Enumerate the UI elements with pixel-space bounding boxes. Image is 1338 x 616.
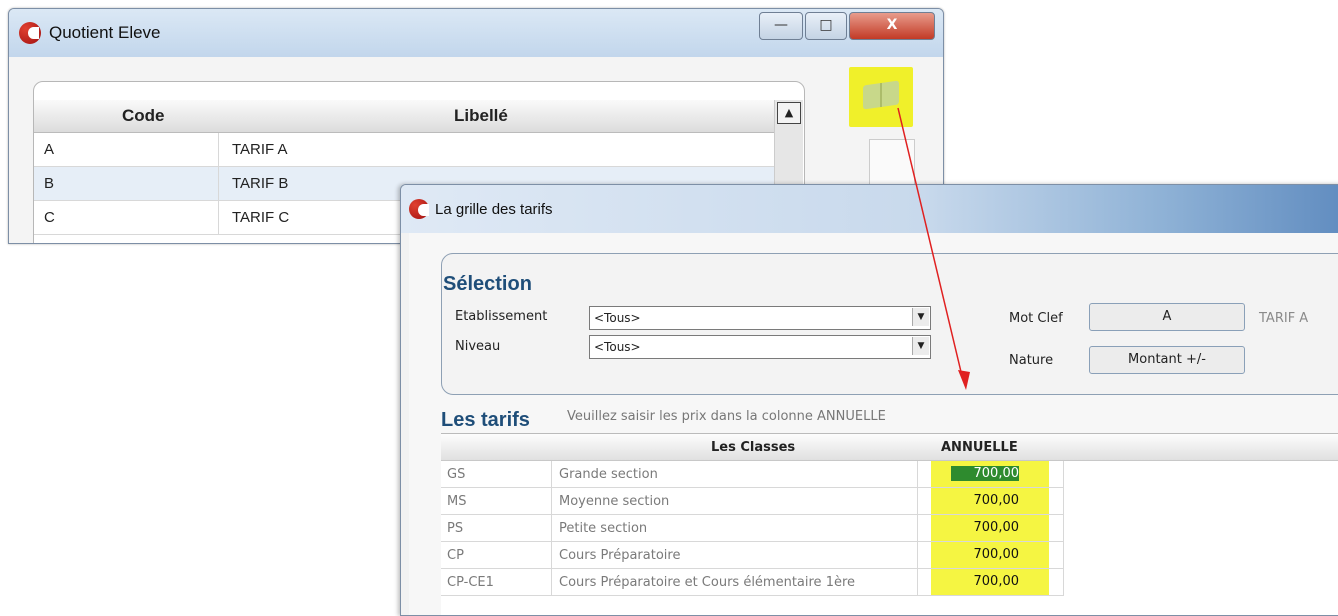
scroll-up-icon[interactable]: ▲ <box>777 102 801 124</box>
chevron-down-icon[interactable]: ▼ <box>912 337 929 355</box>
table-row[interactable]: A TARIF A <box>34 133 774 167</box>
annuelle-input[interactable]: 700,00 <box>951 574 1020 589</box>
table-row[interactable]: GS Grande section 700,00 <box>441 461 1338 488</box>
annuelle-input[interactable]: 700,00 <box>951 520 1020 535</box>
window-titlebar[interactable]: La grille des tarifs <box>401 185 1338 233</box>
cell-libelle: TARIF A <box>232 141 288 158</box>
minimize-button[interactable]: — <box>759 12 803 40</box>
etablissement-label: Etablissement <box>455 309 548 324</box>
tarifs-grid: Les Classes ANNUELLE GS Grande section 7… <box>441 433 1338 615</box>
tarifs-title: Les tarifs <box>441 409 530 431</box>
cell-code: CP <box>447 548 464 563</box>
cell-code: MS <box>447 494 467 509</box>
cell-libelle: Petite section <box>559 521 648 536</box>
cell-code: A <box>44 141 55 158</box>
table-row[interactable]: PS Petite section 700,00 <box>441 515 1338 542</box>
etablissement-select[interactable]: <Tous> ▼ <box>589 306 931 330</box>
column-header-libelle[interactable]: Libellé <box>454 106 508 126</box>
mot-clef-label: Mot Clef <box>1009 311 1063 326</box>
column-header-code[interactable]: Code <box>122 106 165 126</box>
annuelle-input[interactable]: 700,00 <box>951 466 1019 481</box>
app-logo-icon <box>19 22 41 44</box>
annuelle-input[interactable]: 700,00 <box>951 493 1020 508</box>
grille-des-tarifs-window: La grille des tarifs Sélection Etablisse… <box>400 184 1338 616</box>
window-title: La grille des tarifs <box>435 201 553 218</box>
cell-libelle: Grande section <box>559 467 658 482</box>
cell-code: CP-CE1 <box>447 575 494 590</box>
mot-clef-description: TARIF A <box>1259 311 1309 326</box>
column-header-annuelle[interactable]: ANNUELLE <box>941 440 1018 455</box>
chevron-down-icon[interactable]: ▼ <box>912 308 929 326</box>
app-logo-icon <box>409 199 429 219</box>
cell-code: PS <box>447 521 464 536</box>
column-header-classes[interactable]: Les Classes <box>711 440 795 455</box>
cell-libelle: Moyenne section <box>559 494 670 509</box>
open-book-icon <box>863 80 899 110</box>
niveau-value: <Tous> <box>594 340 641 354</box>
niveau-label: Niveau <box>455 339 501 354</box>
cell-libelle: TARIF C <box>232 209 290 226</box>
window-title: Quotient Eleve <box>49 23 161 42</box>
window-titlebar[interactable]: Quotient Eleve — □ X <box>9 9 943 57</box>
nature-label: Nature <box>1009 353 1054 368</box>
grid-header: Code Libellé <box>34 100 774 133</box>
niveau-select[interactable]: <Tous> ▼ <box>589 335 931 359</box>
maximize-button[interactable]: □ <box>805 12 847 40</box>
cell-code: B <box>44 175 55 192</box>
selection-title: Sélection <box>443 273 532 295</box>
nature-field[interactable]: Montant +/- <box>1089 346 1245 374</box>
table-row[interactable]: CP-CE1 Cours Préparatoire et Cours éléme… <box>441 569 1338 596</box>
window-body: Sélection Etablissement <Tous> ▼ Niveau … <box>409 233 1338 615</box>
cell-libelle: Cours Préparatoire et Cours élémentaire … <box>559 575 856 590</box>
cell-libelle: Cours Préparatoire <box>559 548 681 563</box>
tarifs-hint: Veuillez saisir les prix dans la colonne… <box>567 409 886 424</box>
close-button[interactable]: X <box>849 12 935 40</box>
table-row[interactable]: MS Moyenne section 700,00 <box>441 488 1338 515</box>
etablissement-value: <Tous> <box>594 311 641 325</box>
mot-clef-field[interactable]: A <box>1089 303 1245 331</box>
grid-header: Les Classes ANNUELLE <box>441 434 1338 461</box>
tarif-grid-button[interactable] <box>849 67 913 127</box>
annuelle-input[interactable]: 700,00 <box>951 547 1020 562</box>
cell-code: C <box>44 209 55 226</box>
cell-libelle: TARIF B <box>232 175 289 192</box>
table-row[interactable]: CP Cours Préparatoire 700,00 <box>441 542 1338 569</box>
cell-code: GS <box>447 467 466 482</box>
